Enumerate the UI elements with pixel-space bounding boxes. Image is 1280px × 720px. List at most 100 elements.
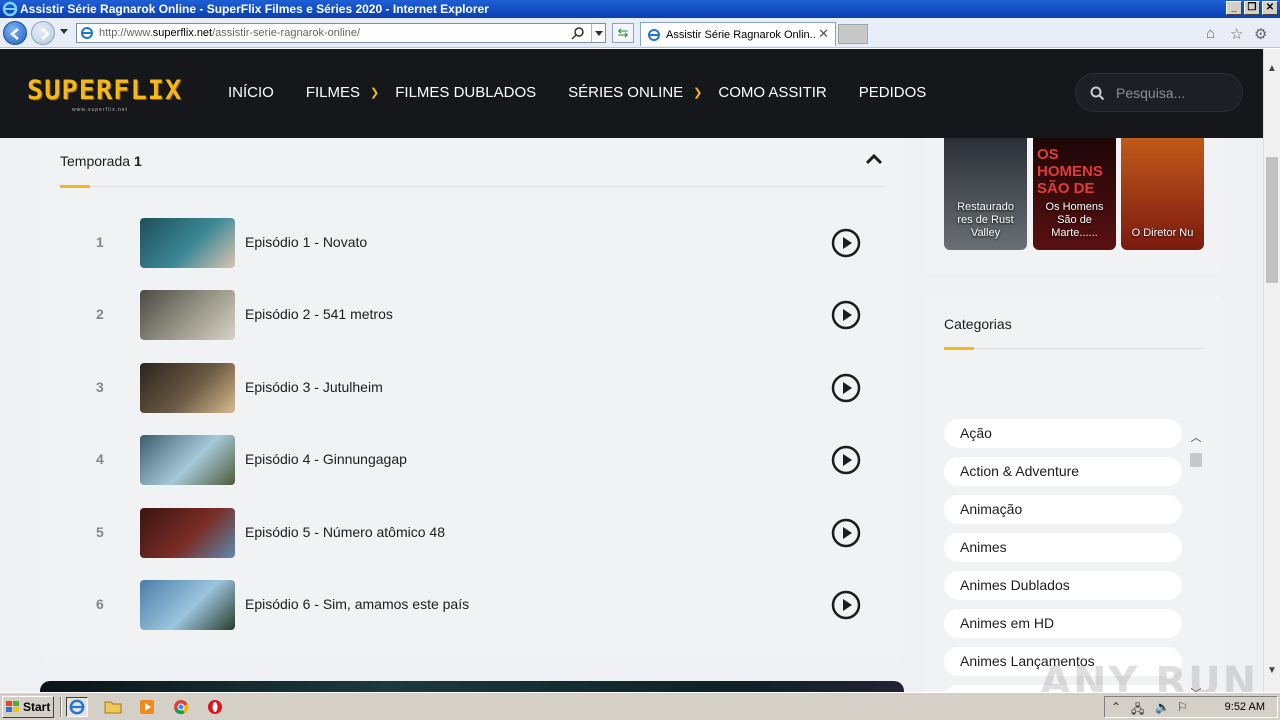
category-label: Ação (960, 425, 992, 441)
taskbar-opera-button[interactable] (204, 697, 226, 717)
category-item[interactable]: Animes (944, 533, 1182, 562)
nav-item-pedidos[interactable]: PEDIDOS (859, 84, 927, 101)
poster-card[interactable]: OS HOMENS SÃO DE Os Homens São de Marte.… (1033, 138, 1116, 250)
refresh-button[interactable]: ⇆ (612, 23, 634, 43)
scroll-up-icon[interactable]: ▲ (1267, 63, 1277, 74)
scrollbar-thumb[interactable] (1190, 453, 1202, 467)
chevron-up-icon[interactable] (864, 152, 884, 166)
window-title: Assistir Série Ragnarok Online - SuperFl… (20, 2, 489, 16)
history-dropdown-icon[interactable] (60, 29, 68, 34)
home-icon[interactable]: ⌂ (1206, 25, 1215, 42)
favorites-star-icon[interactable]: ☆ (1230, 25, 1243, 43)
poster-title: Restaurado res de Rust Valley (957, 201, 1014, 239)
episode-row[interactable]: 5 Episódio 5 - Número atômico 48 (40, 507, 904, 558)
episode-row[interactable]: 1 Episódio 1 - Novato (40, 218, 904, 268)
anyrun-watermark: ANY RUN (1040, 659, 1259, 692)
address-search-icon[interactable] (571, 26, 585, 40)
episode-number: 2 (96, 306, 104, 323)
categories-scrollbar[interactable]: ︿ ﹀ (1189, 419, 1203, 692)
category-label: Animes (960, 539, 1007, 555)
play-icon[interactable] (831, 228, 861, 258)
taskbar-ie-button[interactable] (66, 697, 88, 717)
network-icon[interactable]: 🖧 (1131, 700, 1144, 720)
new-tab-button[interactable] (838, 24, 868, 44)
category-item[interactable]: Animação (944, 495, 1182, 524)
play-icon[interactable] (831, 518, 861, 548)
scroll-down-icon[interactable]: ▼ (1267, 665, 1277, 676)
play-icon[interactable] (831, 373, 861, 403)
taskbar-media-player-button[interactable] (136, 697, 158, 717)
episode-thumbnail[interactable] (140, 507, 235, 558)
address-bar[interactable]: http://www.superflix.net/assistir-serie-… (76, 23, 606, 43)
tray-expand-icon[interactable]: ⌃ (1111, 700, 1121, 714)
page-favicon-icon (81, 27, 93, 39)
nav-item-filmes-dublados[interactable]: FILMES DUBLADOS (395, 84, 536, 101)
taskbar-chrome-button[interactable] (170, 697, 192, 717)
episode-row[interactable]: 3 Episódio 3 - Jutulheim (40, 362, 904, 413)
nav-item-inicio[interactable]: INÍCIO (228, 84, 274, 101)
play-icon[interactable] (831, 300, 861, 330)
play-icon[interactable] (831, 445, 861, 475)
site-search-input[interactable]: Pesquisa... (1075, 73, 1243, 112)
episode-title[interactable]: Episódio 6 - Sim, amamos este país (245, 596, 469, 612)
episode-row[interactable]: 4 Episódio 4 - Ginnungagap (40, 435, 904, 486)
start-label: Start (23, 700, 51, 714)
episode-title[interactable]: Episódio 5 - Número atômico 48 (245, 524, 445, 540)
close-button[interactable]: ✕ (1262, 1, 1278, 15)
minimize-button[interactable]: _ (1226, 1, 1242, 15)
nav-item-series-online[interactable]: SÉRIES ONLINE ❯ (568, 84, 702, 101)
category-item[interactable]: Ação (944, 419, 1182, 448)
episode-title[interactable]: Episódio 1 - Novato (245, 234, 367, 250)
nav-item-filmes[interactable]: FILMES ❯ (306, 84, 379, 101)
episode-title[interactable]: Episódio 3 - Jutulheim (245, 379, 383, 395)
address-dropdown[interactable] (591, 24, 605, 42)
episode-thumbnail[interactable] (140, 435, 235, 486)
episode-title[interactable]: Episódio 2 - 541 metros (245, 306, 393, 322)
episode-row[interactable]: 6 Episódio 6 - Sim, amamos este país (40, 580, 904, 630)
divider (60, 697, 62, 717)
back-arrow-icon (10, 28, 19, 40)
episode-row[interactable]: 2 Episódio 2 - 541 metros (40, 290, 904, 341)
episode-thumbnail[interactable] (140, 290, 235, 341)
chrome-icon (174, 700, 189, 715)
clock[interactable]: 9:52 AM (1225, 701, 1265, 713)
volume-icon[interactable]: 🔈 (1155, 700, 1170, 714)
video-player-preview[interactable] (40, 681, 904, 692)
poster-card[interactable]: Restaurado res de Rust Valley (944, 138, 1027, 250)
season-header[interactable]: Temporada 1 (60, 153, 142, 169)
forward-button[interactable] (31, 21, 55, 45)
poster-card[interactable]: O Diretor Nu (1121, 138, 1204, 250)
episode-title[interactable]: Episódio 4 - Ginnungagap (245, 451, 407, 467)
site-header: SUPERFLIX www.superflix.net INÍCIO FILME… (0, 49, 1263, 138)
play-icon[interactable] (831, 590, 861, 620)
nav-item-como-assitir[interactable]: COMO ASSITIR (718, 84, 826, 101)
tab-close-icon[interactable]: ✕ (818, 26, 829, 42)
page-scrollbar[interactable]: ▲ ▼ (1263, 49, 1280, 692)
back-button[interactable] (3, 21, 27, 45)
maximize-button[interactable]: ❐ (1244, 1, 1260, 15)
settings-gear-icon[interactable]: ⚙ (1254, 25, 1267, 43)
window-titlebar: Assistir Série Ragnarok Online - SuperFl… (0, 0, 1280, 18)
taskbar-explorer-button[interactable] (102, 697, 124, 717)
episodes-panel: Temporada 1 1 Episódio 1 - Novato 2 Episódi… (40, 138, 904, 661)
browser-toolbar: http://www.superflix.net/assistir-serie-… (0, 18, 1280, 48)
category-item[interactable]: Animes Dublados (944, 571, 1182, 600)
scrollbar-thumb[interactable] (1266, 157, 1278, 283)
episode-number: 1 (96, 234, 104, 250)
episode-thumbnail[interactable] (140, 580, 235, 630)
main-nav: INÍCIO FILMES ❯ FILMES DUBLADOS SÉRIES ON… (228, 84, 926, 101)
episode-thumbnail[interactable] (140, 362, 235, 413)
flag-icon[interactable]: ⚐ (1177, 700, 1188, 714)
category-item[interactable]: Action & Adventure (944, 457, 1182, 486)
category-label: Animes Dublados (960, 577, 1070, 593)
category-label: Animação (960, 501, 1023, 517)
start-button[interactable]: Start (2, 696, 54, 718)
browser-tab[interactable]: Assistir Série Ragnarok Onlin... ✕ (640, 22, 836, 46)
episode-thumbnail[interactable] (140, 218, 235, 268)
site-logo-subtitle: www.superflix.net (72, 107, 128, 113)
site-logo[interactable]: SUPERFLIX (27, 75, 182, 106)
scroll-up-icon[interactable]: ︿ (1189, 429, 1203, 445)
category-item[interactable]: Animes em HD (944, 609, 1182, 638)
windows-flag-icon (6, 701, 19, 712)
accent-underline (60, 185, 90, 188)
